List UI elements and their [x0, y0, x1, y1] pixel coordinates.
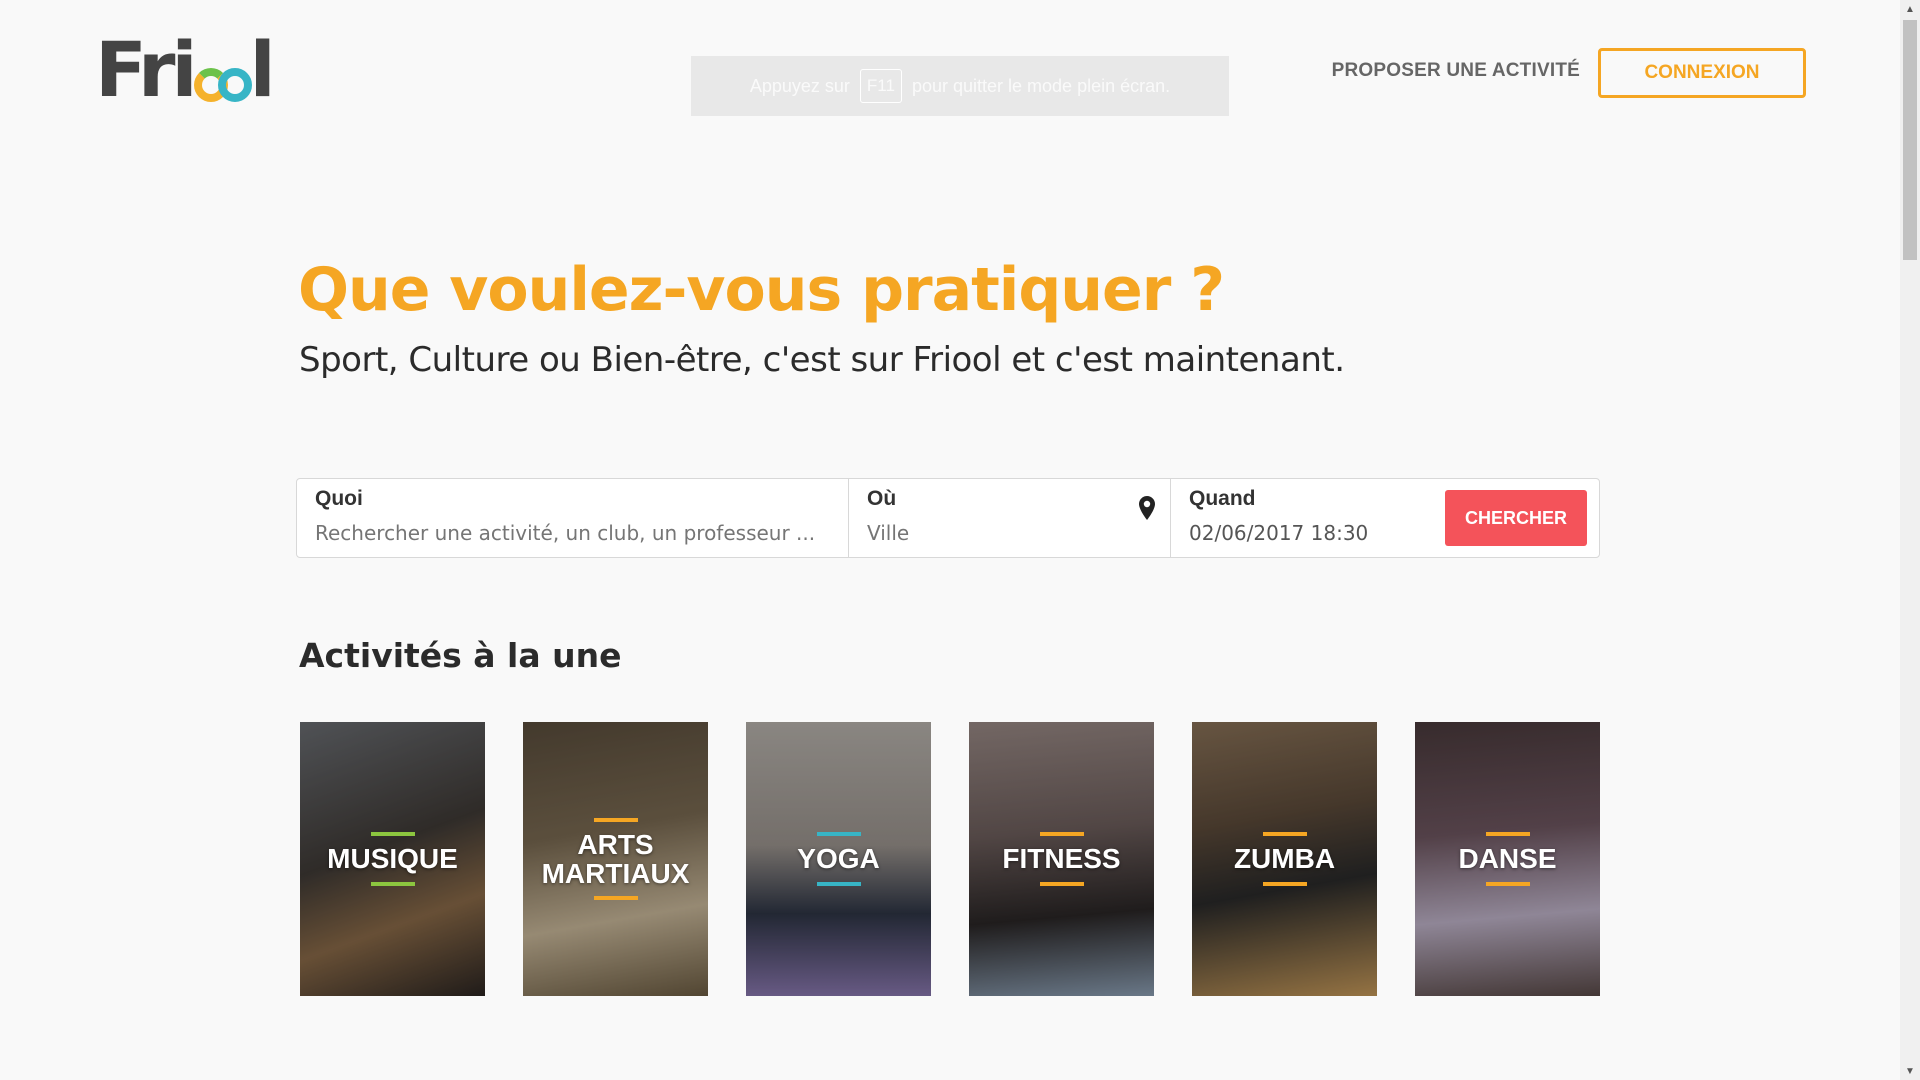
activity-card-musique[interactable]: MUSIQUE [300, 722, 485, 996]
card-accent-bar [816, 881, 861, 886]
activity-card-yoga[interactable]: YOGA [746, 722, 931, 996]
card-accent-bar [593, 896, 638, 901]
propose-activity-link[interactable]: PROPOSER UNE ACTIVITÉ [1332, 60, 1580, 82]
activity-cards: MUSIQUE ARTS MARTIAUX YOGA FITNESS ZUMBA… [300, 722, 1600, 996]
page-scrollbar[interactable]: ▲ ▼ [1900, 0, 1920, 1080]
card-accent-bar [1262, 881, 1307, 886]
hero-title: Que voulez-vous pratiquer ? [298, 255, 1225, 325]
card-accent-bar [593, 817, 638, 822]
activity-label: MUSIQUE [327, 843, 458, 875]
quoi-field[interactable]: Quoi [297, 479, 848, 557]
featured-title: Activités à la une [299, 636, 622, 675]
connexion-button[interactable]: CONNEXION [1598, 48, 1806, 98]
activity-label: ZUMBA [1233, 843, 1336, 875]
fullscreen-notice-before: Appuyez sur [749, 75, 850, 96]
quoi-input[interactable] [315, 521, 830, 545]
scroll-up-icon[interactable]: ▲ [1900, 0, 1920, 18]
activity-label: YOGA [797, 843, 880, 875]
activity-card-arts-martiaux[interactable]: ARTS MARTIAUX [523, 722, 708, 996]
ou-field[interactable]: Où [848, 479, 1170, 557]
f11-key: F11 [859, 69, 902, 103]
chercher-button[interactable]: CHERCHER [1445, 490, 1587, 546]
logo-rings [193, 68, 252, 102]
quoi-label: Quoi [315, 487, 363, 510]
scroll-down-icon[interactable]: ▼ [1900, 1062, 1920, 1080]
map-pin-icon[interactable] [1138, 495, 1156, 521]
activity-label: DANSE [1458, 843, 1557, 875]
scroll-thumb[interactable] [1903, 20, 1917, 260]
activity-card-zumba[interactable]: ZUMBA [1192, 722, 1377, 996]
activity-label: FITNESS [1002, 843, 1121, 875]
card-accent-bar [1262, 832, 1307, 837]
activity-card-danse[interactable]: DANSE [1415, 722, 1600, 996]
card-accent-bar [1485, 832, 1530, 837]
fullscreen-notice-after: pour quitter le mode plein écran. [911, 75, 1171, 96]
search-bar: Quoi Où Quand CHERCHER [296, 478, 1600, 558]
logo-text: Fri [95, 25, 198, 114]
activity-label: ARTS MARTIAUX [541, 828, 690, 889]
activity-card-fitness[interactable]: FITNESS [969, 722, 1154, 996]
hero-subtitle: Sport, Culture ou Bien-être, c'est sur F… [299, 340, 1345, 380]
card-accent-bar [1039, 881, 1084, 886]
card-accent-bar [1039, 832, 1084, 837]
ou-input[interactable] [867, 521, 1152, 545]
card-accent-bar [1485, 881, 1530, 886]
card-accent-bar [816, 832, 861, 837]
quand-field[interactable]: Quand CHERCHER [1170, 479, 1599, 557]
fullscreen-notice: Appuyez sur F11 pour quitter le mode ple… [691, 56, 1229, 116]
friool-logo[interactable]: Fri l [95, 32, 276, 108]
card-accent-bar [370, 832, 415, 837]
ou-label: Où [867, 487, 897, 510]
card-accent-bar [370, 881, 415, 886]
logo-text-end: l [249, 25, 276, 114]
